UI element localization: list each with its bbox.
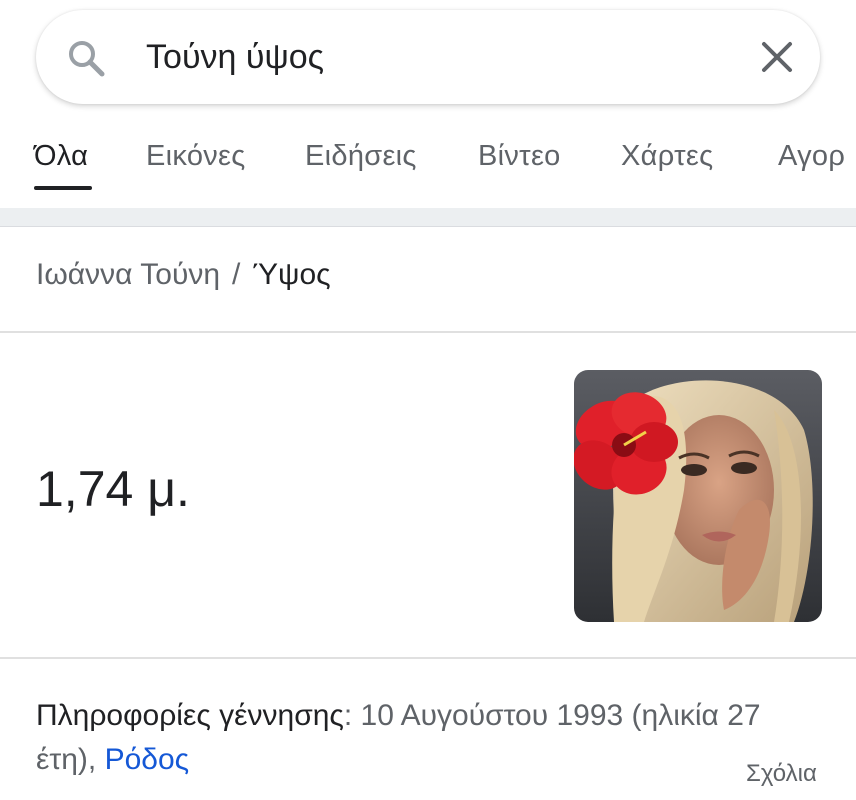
breadcrumb-separator: /	[232, 258, 241, 291]
feedback-link[interactable]: Σχόλια	[746, 760, 817, 788]
search-bar	[36, 10, 820, 104]
tab-images[interactable]: Εικόνες	[146, 140, 246, 173]
close-icon	[762, 42, 792, 72]
birth-info-label: Πληροφορίες γέννησης	[36, 699, 344, 732]
section-divider	[0, 208, 856, 227]
tab-shopping[interactable]: Αγορ	[778, 140, 845, 173]
portrait-image	[574, 370, 822, 622]
active-tab-indicator	[34, 186, 92, 190]
search-icon[interactable]	[66, 38, 106, 78]
birthplace-link[interactable]: Ρόδος	[105, 743, 190, 776]
person-thumbnail[interactable]	[574, 370, 822, 622]
tab-all[interactable]: Όλα	[34, 140, 88, 173]
divider	[0, 657, 856, 659]
breadcrumb: Ιωάννα Τούνη / Ύψος	[36, 258, 331, 292]
breadcrumb-parent-link[interactable]: Ιωάννα Τούνη	[36, 258, 220, 291]
clear-search-button[interactable]	[754, 34, 800, 80]
search-tabs: Όλα Εικόνες Ειδήσεις Βίντεο Χάρτες Αγορ	[0, 130, 856, 192]
height-answer: 1,74 μ.	[36, 461, 190, 517]
birth-info-colon: :	[343, 699, 353, 732]
breadcrumb-current: Ύψος	[252, 258, 331, 291]
tab-news[interactable]: Ειδήσεις	[305, 140, 417, 173]
divider	[0, 331, 856, 333]
tab-videos[interactable]: Βίντεο	[478, 140, 561, 173]
search-input[interactable]	[146, 34, 706, 80]
tab-maps[interactable]: Χάρτες	[621, 140, 713, 173]
birth-info: Πληροφορίες γέννησης: 10 Αυγούστου 1993 …	[36, 694, 816, 782]
